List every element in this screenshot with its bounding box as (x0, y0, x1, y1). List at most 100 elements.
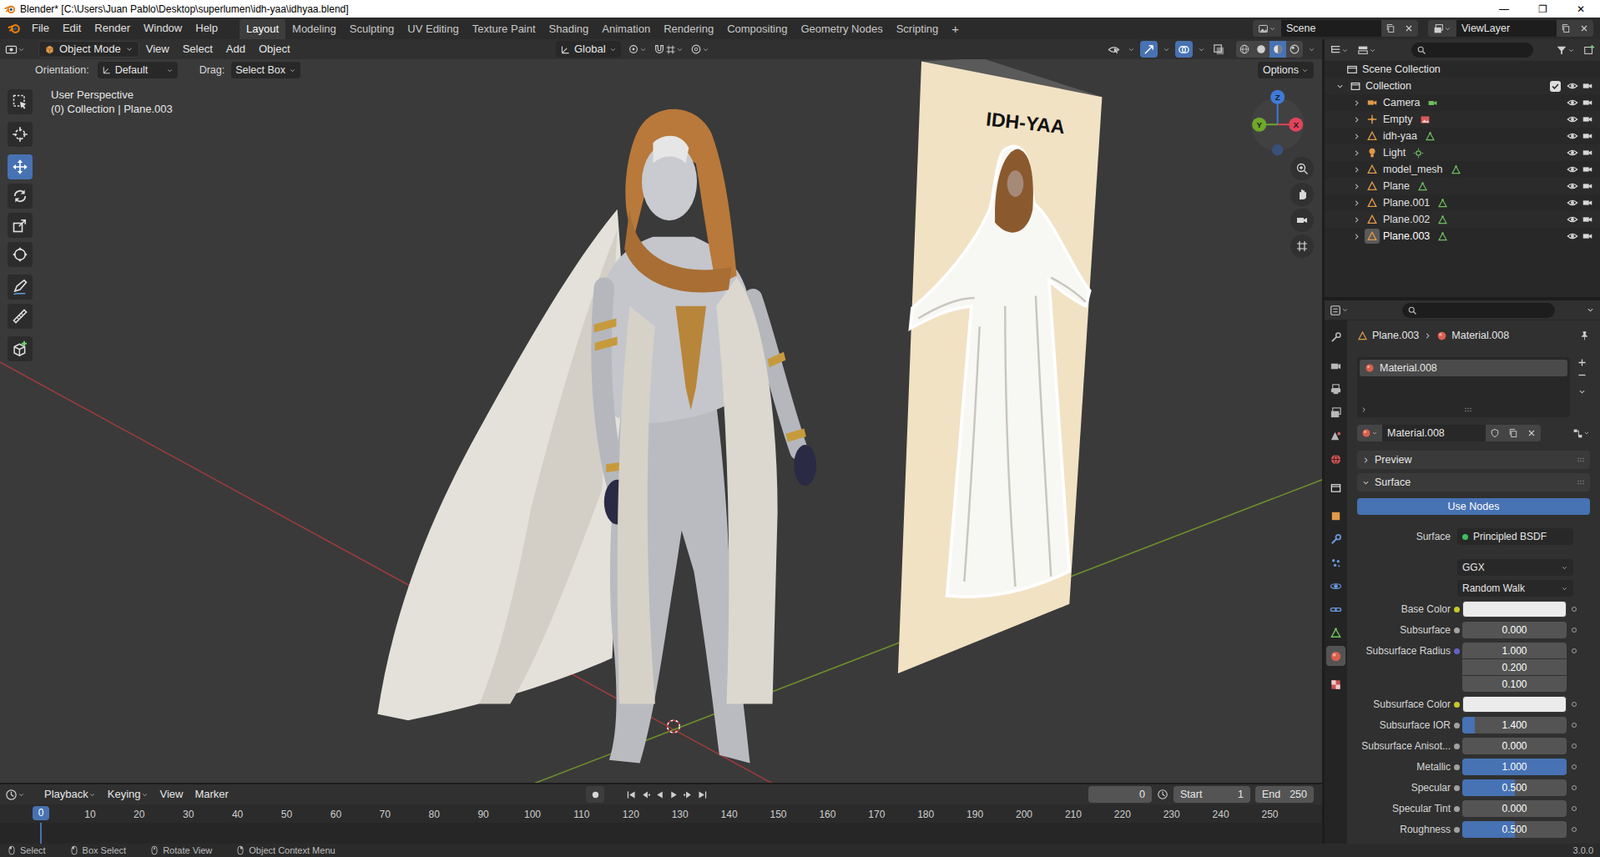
keyframe-button[interactable] (1566, 737, 1582, 755)
dropdown[interactable]: Principled BSDF (1457, 528, 1574, 546)
menu-item[interactable]: Help (188, 20, 225, 37)
view-layer-tab[interactable] (1326, 402, 1346, 423)
workspace-tab-label[interactable]: Sculpting (349, 20, 394, 38)
menu-item[interactable]: Window (136, 20, 189, 37)
workspace-tab-label[interactable]: Rendering (663, 20, 714, 38)
dropdown[interactable]: GGX (1457, 559, 1574, 576)
blender-menu[interactable] (3, 20, 26, 37)
workspace-tab-label[interactable]: Scripting (896, 20, 939, 38)
object-name[interactable]: Camera (1382, 95, 1420, 112)
slider-value[interactable]: 1.400 (1462, 716, 1567, 734)
new-material-button[interactable] (1504, 424, 1523, 442)
dropdown-value[interactable]: Random Walk (1462, 580, 1525, 596)
link-dropdown[interactable] (1572, 428, 1590, 440)
current-frame-field[interactable]: 0 (1088, 786, 1152, 803)
object-name[interactable]: Empty (1382, 111, 1413, 128)
playhead[interactable]: 0 (32, 806, 50, 821)
keyframe-button[interactable] (1566, 716, 1582, 734)
timeline-menu[interactable]: Keying (101, 786, 155, 803)
render-toggle[interactable] (1581, 146, 1594, 159)
workspace-tab-label[interactable]: Geometry Nodes (800, 20, 883, 38)
workspace-tab[interactable]: Scripting (889, 19, 946, 40)
workspace-tab[interactable]: Texture Paint (465, 19, 543, 40)
output-tab[interactable] (1326, 378, 1346, 399)
scene-browse-button[interactable] (1252, 20, 1282, 37)
rotate-tool[interactable] (7, 183, 33, 209)
slider-value[interactable]: 0.000 (1462, 737, 1567, 755)
pivot-dropdown[interactable] (627, 43, 647, 56)
material-slot-name[interactable]: Material.008 (1379, 360, 1438, 377)
frame-ruler[interactable]: 1020304050607080901001101201301401501601… (0, 804, 1323, 823)
render-toggle[interactable] (1581, 230, 1594, 243)
scene-collection-label[interactable]: Scene Collection (1362, 61, 1441, 78)
scale-tool[interactable] (7, 212, 33, 238)
workspace-tab-label[interactable]: Animation (601, 20, 651, 38)
gizmos-toggle[interactable] (1140, 40, 1158, 58)
timeline-area[interactable] (0, 822, 1323, 844)
visibility-toggle[interactable] (1105, 40, 1123, 58)
keyframe-button[interactable] (1566, 800, 1582, 818)
particles-tab[interactable] (1326, 552, 1346, 573)
unlink-material-button[interactable] (1522, 424, 1541, 442)
cursor-tool[interactable] (7, 121, 33, 147)
texture-tab[interactable] (1326, 674, 1346, 695)
breadcrumb-material[interactable]: Material.008 (1451, 328, 1510, 344)
slot-specials-button[interactable] (1577, 387, 1587, 397)
browse-material-button[interactable] (1357, 424, 1383, 442)
proportional-toggle[interactable] (690, 43, 710, 56)
viewport-menu[interactable]: Object (252, 40, 298, 58)
play-button[interactable] (666, 786, 681, 803)
workspace-tab-label[interactable]: UV Editing (407, 20, 459, 38)
slider-value[interactable]: 0.500 (1462, 821, 1567, 838)
maximize-button[interactable]: ❐ (1523, 0, 1562, 18)
workspace-tab[interactable]: Animation (595, 19, 657, 40)
overlays-toggle[interactable] (1175, 40, 1193, 58)
slider[interactable]: 1.000 (1462, 758, 1567, 776)
vector-component[interactable]: 0.100 (1462, 676, 1567, 692)
jump-end-button[interactable] (695, 786, 709, 803)
scene-collection-row[interactable]: Scene Collection (1324, 60, 1600, 78)
dropdown-value[interactable]: Principled BSDF (1473, 529, 1547, 545)
constraints-tab[interactable] (1326, 599, 1346, 620)
object-name[interactable]: Plane.003 (1382, 228, 1430, 245)
solid-shading-button[interactable] (1252, 40, 1270, 58)
exclude-checkbox[interactable] (1549, 80, 1561, 92)
workspace-tab-label[interactable]: Compositing (726, 20, 788, 38)
add-slot-button[interactable] (1576, 357, 1588, 369)
keyframe-button[interactable] (1566, 779, 1582, 797)
workspace-tab-label[interactable]: Texture Paint (472, 20, 536, 38)
workspace-tab[interactable]: Modeling (285, 19, 344, 40)
object-name[interactable]: Plane.002 (1382, 211, 1430, 228)
end-frame-field[interactable]: End250 (1255, 786, 1314, 803)
workspace-tab[interactable]: UV Editing (400, 19, 465, 40)
timeline-menu-label[interactable]: Playback (44, 786, 89, 803)
object-name[interactable]: Plane.001 (1382, 195, 1430, 212)
3d-viewport[interactable]: IDH-YAAXYZObject ModeViewSelectAddObject… (0, 39, 1323, 783)
render-toggle[interactable] (1581, 96, 1594, 109)
hide-toggle[interactable] (1566, 230, 1579, 243)
slider-value[interactable]: 0.500 (1462, 779, 1567, 797)
viewport-menu[interactable]: Add (219, 40, 253, 58)
world-tab[interactable] (1326, 449, 1346, 470)
slider-value[interactable]: 0.000 (1462, 621, 1567, 639)
slider[interactable]: 0.000 (1462, 737, 1567, 755)
scene-field[interactable]: Scene (1281, 20, 1382, 37)
start-frame-field[interactable]: Start1 (1173, 786, 1251, 803)
material-shading-button[interactable] (1269, 40, 1287, 58)
minimize-button[interactable]: — (1484, 0, 1524, 18)
fake-user-button[interactable] (1485, 424, 1505, 442)
data-tab[interactable] (1326, 622, 1346, 643)
color-swatch[interactable] (1462, 600, 1567, 618)
mode-dropdown[interactable]: Object Mode (38, 40, 140, 58)
keyframe-button[interactable] (1566, 758, 1582, 776)
scene-tab[interactable] (1326, 425, 1346, 446)
collection-label[interactable]: Collection (1365, 78, 1412, 95)
remove-slot-button[interactable] (1576, 369, 1588, 381)
object-name[interactable]: idh-yaa (1382, 128, 1418, 145)
properties-search[interactable] (1402, 302, 1555, 318)
slider[interactable]: 1.400 (1462, 716, 1567, 734)
options-label[interactable]: Options (1262, 62, 1299, 79)
workspace-tab[interactable]: Geometry Nodes (793, 19, 889, 40)
play-reverse-button[interactable] (652, 786, 667, 803)
dropdown-value[interactable]: GGX (1462, 560, 1485, 576)
